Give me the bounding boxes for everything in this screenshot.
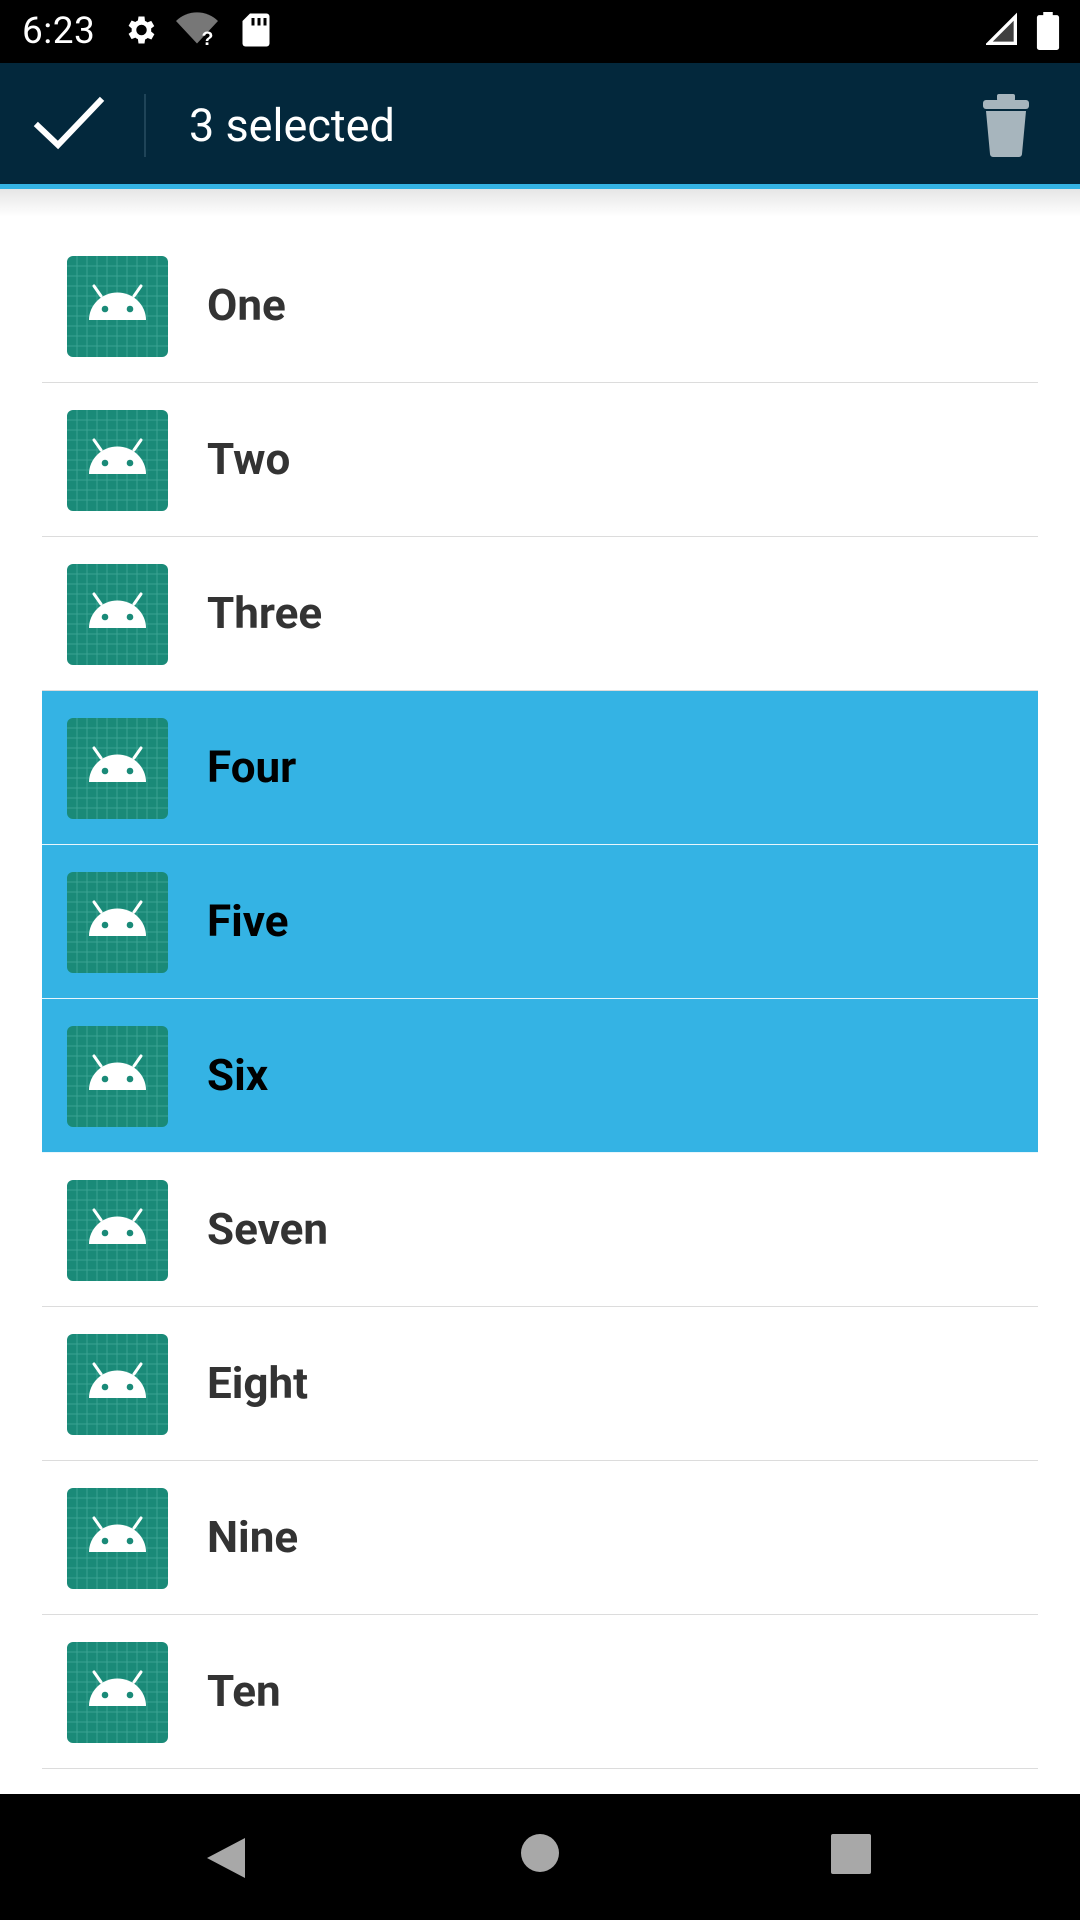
android-app-icon [67,718,168,819]
selection-count-title: 3 selected [189,99,395,152]
status-time: 6:23 [22,10,96,53]
android-app-icon [67,1488,168,1589]
item-list: One Two Three Four Five Six Seven Eight … [42,229,1038,1769]
list-item-label: Ten [207,1665,281,1717]
action-bar-shadow [0,189,1080,217]
list-item-label: Seven [207,1203,328,1255]
action-bar-divider [144,94,146,157]
battery-icon [1036,12,1060,50]
status-bar: 6:23 ? [0,0,1080,63]
sd-card-icon [242,13,270,47]
list-item-9[interactable]: Ten [42,1615,1038,1769]
list-item-0[interactable]: One [42,229,1038,383]
list-item-3[interactable]: Four [42,691,1038,845]
check-icon [33,96,105,150]
wifi-unknown-icon: ? [176,12,218,48]
delete-button[interactable] [980,92,1032,158]
list-item-label: One [207,279,286,331]
svg-text:?: ? [202,28,214,48]
list-item-7[interactable]: Eight [42,1307,1038,1461]
android-app-icon [67,1642,168,1743]
list-item-label: Eight [207,1357,309,1409]
done-button[interactable] [30,88,110,162]
android-app-icon [67,564,168,665]
list-item-8[interactable]: Nine [42,1461,1038,1615]
recents-icon[interactable] [831,1834,871,1874]
android-app-icon [67,410,168,511]
list-item-label: Two [207,433,291,485]
list-item-label: Four [207,741,297,793]
trash-icon [983,94,1029,157]
list-item-1[interactable]: Two [42,383,1038,537]
home-icon[interactable] [520,1833,560,1873]
list-item-5[interactable]: Six [42,999,1038,1153]
signal-icon [986,12,1017,45]
list-item-6[interactable]: Seven [42,1153,1038,1307]
list-item-2[interactable]: Three [42,537,1038,691]
android-app-icon [67,1026,168,1127]
android-app-icon [67,256,168,357]
android-app-icon [67,872,168,973]
list-item-label: Three [207,587,323,639]
list-item-4[interactable]: Five [42,845,1038,999]
list-item-label: Six [207,1049,269,1101]
android-app-icon [67,1180,168,1281]
android-app-icon [67,1334,168,1435]
list-item-label: Five [207,895,289,947]
navigation-bar [0,1794,1080,1920]
back-icon[interactable] [203,1834,249,1882]
list-item-label: Nine [207,1511,299,1563]
settings-icon [128,16,155,44]
contextual-action-bar [0,63,1080,184]
